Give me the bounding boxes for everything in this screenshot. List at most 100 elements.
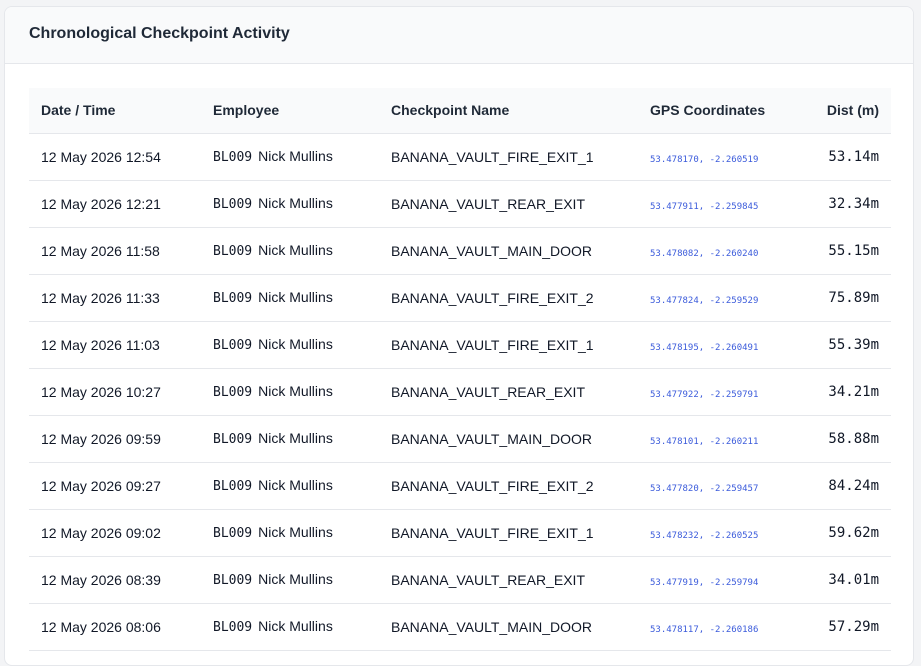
employee-code: BL009 <box>213 244 253 259</box>
cell-checkpoint: BANANA_VAULT_FIRE_EXIT_2 <box>379 274 638 322</box>
distance-value: 84.24m <box>828 478 879 494</box>
gps-coordinates: 53.477922, -2.259791 <box>650 389 759 400</box>
gps-coordinates: 53.478232, -2.260525 <box>650 530 759 541</box>
card-title: Chronological Checkpoint Activity <box>29 25 290 42</box>
gps-coordinates: 53.478117, -2.260186 <box>650 624 759 635</box>
gps-coordinates: 53.478170, -2.260519 <box>650 154 759 165</box>
cell-dist: 75.89m <box>798 274 891 322</box>
distance-value: 34.21m <box>828 384 879 400</box>
cell-gps: 53.477824, -2.259529 <box>638 274 798 322</box>
distance-value: 55.39m <box>828 337 879 353</box>
employee-code: BL009 <box>213 385 253 400</box>
employee-code: BL009 <box>213 338 253 353</box>
employee-code: BL009 <box>213 291 253 306</box>
cell-datetime: 12 May 2026 12:21 <box>29 180 201 228</box>
cell-employee: BL009 Nick Mullins <box>201 415 379 463</box>
table-row[interactable]: 12 May 2026 11:58 BL009 Nick Mullins BANANA… <box>29 227 891 275</box>
column-header-dist[interactable]: Dist (m) <box>798 88 891 134</box>
cell-employee: BL009 Nick Mullins <box>201 368 379 416</box>
cell-employee: BL009 Nick Mullins <box>201 556 379 604</box>
cell-checkpoint: BANANA_VAULT_REAR_EXIT <box>379 180 638 228</box>
cell-gps: 53.478195, -2.260491 <box>638 321 798 369</box>
cell-checkpoint: BANANA_VAULT_MAIN_DOOR <box>379 415 638 463</box>
cell-datetime: 12 May 2026 10:27 <box>29 368 201 416</box>
table-row[interactable]: 12 May 2026 08:39 BL009 Nick Mullins BANANA… <box>29 556 891 604</box>
activity-table-wrapper: Date / Time Employee Checkpoint Name GPS… <box>29 88 891 651</box>
cell-datetime: 12 May 2026 09:02 <box>29 509 201 557</box>
cell-dist: 57.29m <box>798 603 891 651</box>
distance-value: 75.89m <box>828 290 879 306</box>
gps-coordinates: 53.477911, -2.259845 <box>650 201 759 212</box>
employee-code: BL009 <box>213 573 253 588</box>
table-row[interactable]: 12 May 2026 12:54 BL009 Nick Mullins BANANA… <box>29 133 891 181</box>
cell-gps: 53.478170, -2.260519 <box>638 133 798 181</box>
employee-code: BL009 <box>213 150 253 165</box>
cell-employee: BL009 Nick Mullins <box>201 509 379 557</box>
cell-datetime: 12 May 2026 09:59 <box>29 415 201 463</box>
employee-name: Nick Mullins <box>258 289 333 305</box>
cell-checkpoint: BANANA_VAULT_FIRE_EXIT_1 <box>379 133 638 181</box>
cell-gps: 53.478082, -2.260240 <box>638 227 798 275</box>
gps-coordinates: 53.478101, -2.260211 <box>650 436 759 447</box>
table-body: 12 May 2026 12:54 BL009 Nick Mullins BANANA… <box>29 133 891 651</box>
cell-gps: 53.478117, -2.260186 <box>638 603 798 651</box>
table-row[interactable]: 12 May 2026 08:06 BL009 Nick Mullins BANANA… <box>29 603 891 651</box>
cell-checkpoint: BANANA_VAULT_FIRE_EXIT_1 <box>379 321 638 369</box>
cell-datetime: 12 May 2026 09:27 <box>29 462 201 510</box>
cell-dist: 34.21m <box>798 368 891 416</box>
cell-dist: 55.39m <box>798 321 891 369</box>
distance-value: 34.01m <box>828 572 879 588</box>
distance-value: 59.62m <box>828 525 879 541</box>
cell-gps: 53.477922, -2.259791 <box>638 368 798 416</box>
employee-name: Nick Mullins <box>258 336 333 352</box>
employee-name: Nick Mullins <box>258 430 333 446</box>
cell-employee: BL009 Nick Mullins <box>201 180 379 228</box>
cell-dist: 59.62m <box>798 509 891 557</box>
distance-value: 58.88m <box>828 431 879 447</box>
cell-checkpoint: BANANA_VAULT_REAR_EXIT <box>379 368 638 416</box>
employee-name: Nick Mullins <box>258 195 333 211</box>
cell-dist: 55.15m <box>798 227 891 275</box>
cell-checkpoint: BANANA_VAULT_FIRE_EXIT_2 <box>379 462 638 510</box>
cell-employee: BL009 Nick Mullins <box>201 227 379 275</box>
cell-employee: BL009 Nick Mullins <box>201 133 379 181</box>
employee-name: Nick Mullins <box>258 477 333 493</box>
table-header: Date / Time Employee Checkpoint Name GPS… <box>29 88 891 134</box>
employee-name: Nick Mullins <box>258 618 333 634</box>
table-row[interactable]: 12 May 2026 11:03 BL009 Nick Mullins BANANA… <box>29 321 891 369</box>
table-row[interactable]: 12 May 2026 09:59 BL009 Nick Mullins BANANA… <box>29 415 891 463</box>
table-row[interactable]: 12 May 2026 09:02 BL009 Nick Mullins BANANA… <box>29 509 891 557</box>
gps-coordinates: 53.478082, -2.260240 <box>650 248 759 259</box>
table-row[interactable]: 12 May 2026 10:27 BL009 Nick Mullins BANANA… <box>29 368 891 416</box>
column-header-checkpoint[interactable]: Checkpoint Name <box>379 88 638 134</box>
table-row[interactable]: 12 May 2026 12:21 BL009 Nick Mullins BANANA… <box>29 180 891 228</box>
cell-employee: BL009 Nick Mullins <box>201 321 379 369</box>
cell-datetime: 12 May 2026 08:06 <box>29 603 201 651</box>
cell-dist: 84.24m <box>798 462 891 510</box>
cell-datetime: 12 May 2026 08:39 <box>29 556 201 604</box>
cell-datetime: 12 May 2026 11:58 <box>29 227 201 275</box>
column-header-employee[interactable]: Employee <box>201 88 379 134</box>
cell-datetime: 12 May 2026 11:03 <box>29 321 201 369</box>
employee-name: Nick Mullins <box>258 524 333 540</box>
employee-name: Nick Mullins <box>258 242 333 258</box>
cell-datetime: 12 May 2026 11:33 <box>29 274 201 322</box>
activity-table: Date / Time Employee Checkpoint Name GPS… <box>29 88 891 651</box>
cell-employee: BL009 Nick Mullins <box>201 603 379 651</box>
activity-card: Chronological Checkpoint Activity Date /… <box>4 6 914 666</box>
distance-value: 57.29m <box>828 619 879 635</box>
cell-checkpoint: BANANA_VAULT_FIRE_EXIT_1 <box>379 509 638 557</box>
employee-code: BL009 <box>213 479 253 494</box>
cell-gps: 53.477919, -2.259794 <box>638 556 798 604</box>
cell-checkpoint: BANANA_VAULT_MAIN_DOOR <box>379 603 638 651</box>
gps-coordinates: 53.477919, -2.259794 <box>650 577 759 588</box>
table-row[interactable]: 12 May 2026 11:33 BL009 Nick Mullins BANANA… <box>29 274 891 322</box>
column-header-datetime[interactable]: Date / Time <box>29 88 201 134</box>
cell-checkpoint: BANANA_VAULT_MAIN_DOOR <box>379 227 638 275</box>
cell-gps: 53.478232, -2.260525 <box>638 509 798 557</box>
table-row[interactable]: 12 May 2026 09:27 BL009 Nick Mullins BANANA… <box>29 462 891 510</box>
gps-coordinates: 53.477820, -2.259457 <box>650 483 759 494</box>
employee-name: Nick Mullins <box>258 148 333 164</box>
distance-value: 32.34m <box>828 196 879 212</box>
column-header-gps[interactable]: GPS Coordinates <box>638 88 798 134</box>
